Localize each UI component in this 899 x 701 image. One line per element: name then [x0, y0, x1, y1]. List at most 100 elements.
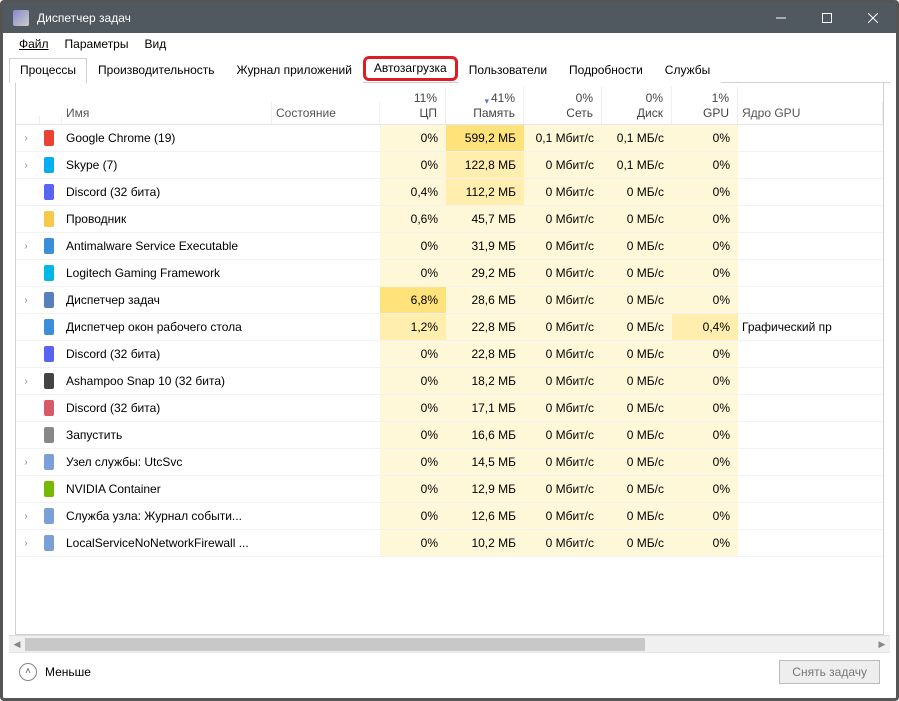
end-task-button[interactable]: Снять задачу	[779, 660, 880, 684]
col-memory[interactable]: ▾41%Память	[446, 87, 524, 124]
column-headers: Имя Состояние 11%ЦП ▾41%Память 0%Сеть 0%…	[16, 83, 883, 125]
memory-value: 12,6 МБ	[446, 503, 524, 529]
network-value: 0 Мбит/с	[524, 503, 602, 529]
maximize-button[interactable]	[804, 3, 850, 33]
disk-value: 0 МБ/с	[602, 476, 672, 502]
process-rows[interactable]: ›Google Chrome (19)0%599,2 МБ0,1 Мбит/с0…	[16, 125, 883, 634]
disk-value: 0 МБ/с	[602, 341, 672, 367]
network-value: 0 Мбит/с	[524, 287, 602, 313]
menu-view[interactable]: Вид	[136, 35, 174, 53]
gpu-value: 0%	[672, 395, 738, 421]
titlebar[interactable]: Диспетчер задач	[3, 3, 896, 33]
table-row[interactable]: ›Antimalware Service Executable0%31,9 МБ…	[16, 233, 883, 260]
tab-startup[interactable]: Автозагрузка	[363, 56, 458, 81]
table-row[interactable]: Logitech Gaming Framework0%29,2 МБ0 Мбит…	[16, 260, 883, 287]
table-row[interactable]: NVIDIA Container0%12,9 МБ0 Мбит/с0 МБ/с0…	[16, 476, 883, 503]
gpu-engine-value	[738, 449, 883, 475]
memory-value: 22,8 МБ	[446, 341, 524, 367]
expand-toggle[interactable]: ›	[16, 530, 40, 556]
table-row[interactable]: ›Google Chrome (19)0%599,2 МБ0,1 Мбит/с0…	[16, 125, 883, 152]
expand-toggle[interactable]: ›	[16, 125, 40, 151]
disk-value: 0 МБ/с	[602, 179, 672, 205]
process-icon	[40, 449, 62, 475]
menu-file[interactable]: Файл	[11, 35, 57, 53]
table-row[interactable]: ›LocalServiceNoNetworkFirewall ...0%10,2…	[16, 530, 883, 557]
col-gpu-engine[interactable]: Ядро GPU	[738, 102, 883, 124]
tab-users[interactable]: Пользователи	[458, 58, 558, 83]
process-icon	[40, 395, 62, 421]
memory-value: 16,6 МБ	[446, 422, 524, 448]
table-row[interactable]: Discord (32 бита)0%22,8 МБ0 Мбит/с0 МБ/с…	[16, 341, 883, 368]
expand-toggle[interactable]: ›	[16, 152, 40, 178]
menu-options[interactable]: Параметры	[57, 35, 137, 53]
tab-app-history[interactable]: Журнал приложений	[226, 58, 363, 83]
disk-value: 0 МБ/с	[602, 368, 672, 394]
process-icon	[40, 314, 62, 340]
scroll-thumb[interactable]	[25, 638, 645, 651]
minimize-button[interactable]	[758, 3, 804, 33]
cpu-value: 0%	[380, 341, 446, 367]
tab-services[interactable]: Службы	[654, 58, 721, 83]
expand-toggle[interactable]: ›	[16, 368, 40, 394]
process-name: Диспетчер задач	[62, 287, 272, 313]
table-row[interactable]: Запустить0%16,6 МБ0 Мбит/с0 МБ/с0%	[16, 422, 883, 449]
scroll-right-icon[interactable]: ▶	[874, 636, 890, 653]
table-row[interactable]: Проводник0,6%45,7 МБ0 Мбит/с0 МБ/с0%	[16, 206, 883, 233]
process-state	[272, 206, 380, 232]
process-name: Служба узла: Журнал событи...	[62, 503, 272, 529]
col-gpu[interactable]: 1%GPU	[672, 87, 738, 124]
memory-value: 18,2 МБ	[446, 368, 524, 394]
memory-value: 122,8 МБ	[446, 152, 524, 178]
expand-toggle[interactable]: ›	[16, 449, 40, 475]
process-state	[272, 395, 380, 421]
table-row[interactable]: Discord (32 бита)0%17,1 МБ0 Мбит/с0 МБ/с…	[16, 395, 883, 422]
col-cpu[interactable]: 11%ЦП	[380, 87, 446, 124]
col-network[interactable]: 0%Сеть	[524, 87, 602, 124]
gpu-engine-value	[738, 125, 883, 151]
tab-details[interactable]: Подробности	[558, 58, 654, 83]
disk-value: 0,1 МБ/с	[602, 152, 672, 178]
table-row[interactable]: Discord (32 бита)0,4%112,2 МБ0 Мбит/с0 М…	[16, 179, 883, 206]
window-title: Диспетчер задач	[37, 11, 758, 25]
gpu-engine-value	[738, 368, 883, 394]
table-row[interactable]: ›Skype (7)0%122,8 МБ0 Мбит/с0,1 МБ/с0%	[16, 152, 883, 179]
fewer-details-button[interactable]: ˄ Меньше	[19, 663, 91, 681]
col-name[interactable]: Имя	[62, 102, 272, 124]
disk-value: 0 МБ/с	[602, 260, 672, 286]
network-value: 0 Мбит/с	[524, 260, 602, 286]
table-row[interactable]: Диспетчер окон рабочего стола1,2%22,8 МБ…	[16, 314, 883, 341]
tab-processes[interactable]: Процессы	[9, 58, 87, 83]
process-name: Discord (32 бита)	[62, 179, 272, 205]
expand-toggle	[16, 260, 40, 286]
close-button[interactable]	[850, 3, 896, 33]
expand-toggle	[16, 314, 40, 340]
process-icon	[40, 152, 62, 178]
table-row[interactable]: ›Ashampoo Snap 10 (32 бита)0%18,2 МБ0 Мб…	[16, 368, 883, 395]
expand-toggle	[16, 395, 40, 421]
scroll-left-icon[interactable]: ◀	[9, 636, 25, 653]
cpu-value: 0%	[380, 395, 446, 421]
col-state[interactable]: Состояние	[272, 102, 380, 124]
table-row[interactable]: ›Узел службы: UtcSvc0%14,5 МБ0 Мбит/с0 М…	[16, 449, 883, 476]
process-state	[272, 152, 380, 178]
process-name: Skype (7)	[62, 152, 272, 178]
process-list: Имя Состояние 11%ЦП ▾41%Память 0%Сеть 0%…	[15, 83, 884, 635]
network-value: 0 Мбит/с	[524, 314, 602, 340]
process-icon	[40, 125, 62, 151]
gpu-value: 0%	[672, 503, 738, 529]
expand-toggle[interactable]: ›	[16, 233, 40, 259]
table-row[interactable]: › Служба узла: Журнал событи... 0% 12,6 МБ0…	[16, 503, 883, 530]
network-value: 0 Мбит/с	[524, 179, 602, 205]
process-state	[272, 260, 380, 286]
expand-toggle[interactable]: ›	[16, 287, 40, 313]
expand-toggle	[16, 422, 40, 448]
col-disk[interactable]: 0%Диск	[602, 87, 672, 124]
cpu-value: 0%	[380, 233, 446, 259]
horizontal-scrollbar[interactable]: ◀ ▶	[9, 635, 890, 652]
gpu-engine-value	[738, 233, 883, 259]
tab-performance[interactable]: Производительность	[87, 58, 225, 83]
table-row[interactable]: ›Диспетчер задач6,8%28,6 МБ0 Мбит/с0 МБ/…	[16, 287, 883, 314]
process-icon	[40, 260, 62, 286]
expand-toggle[interactable]: ›	[16, 503, 40, 529]
gpu-engine-value	[738, 422, 883, 448]
